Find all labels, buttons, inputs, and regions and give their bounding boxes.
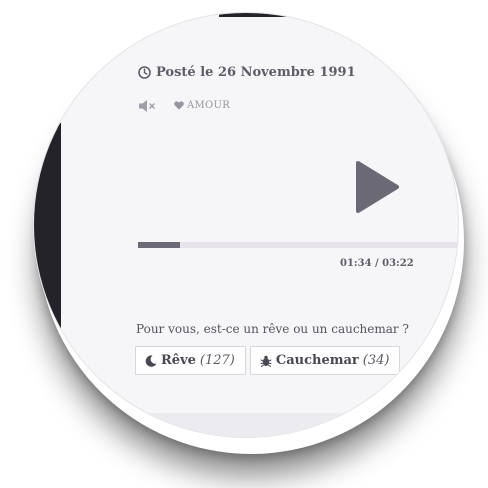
side-panel — [34, 123, 61, 353]
magnifier-lens: Posté le 26 Novembre 1991 AMOUR 01:34 / … — [33, 12, 459, 438]
time-display: 01:34 / 03:22 — [340, 258, 414, 269]
header-edge — [219, 13, 309, 17]
poll-question: Pour vous, est-ce un rêve ou un cauchema… — [136, 322, 409, 336]
vote-cauchemar-label: Cauchemar — [275, 353, 359, 368]
vote-cauchemar-button[interactable]: Cauchemar (34) — [249, 346, 401, 375]
footer-strip — [74, 413, 458, 437]
vote-reve-button[interactable]: Rêve (127) — [135, 346, 246, 375]
clock-icon — [138, 66, 151, 79]
play-icon — [356, 161, 399, 213]
play-button[interactable] — [355, 160, 400, 214]
vote-reve-count: (127) — [199, 353, 235, 368]
post-date-text: Posté le 26 Novembre 1991 — [156, 65, 356, 80]
love-label: AMOUR — [187, 99, 231, 111]
love-button[interactable]: AMOUR — [174, 100, 230, 111]
heart-icon — [174, 100, 184, 110]
media-controls: AMOUR — [138, 98, 230, 112]
bug-icon — [260, 355, 272, 367]
progress-bar[interactable] — [138, 242, 458, 248]
vote-reve-label: Rêve — [161, 353, 196, 368]
post-date: Posté le 26 Novembre 1991 — [138, 65, 356, 80]
vote-buttons: Rêve (127) Cauchemar (34) — [135, 346, 401, 375]
vote-cauchemar-count: (34) — [362, 353, 390, 368]
moon-icon — [145, 354, 157, 367]
magnified-view: Posté le 26 Novembre 1991 AMOUR 01:34 / … — [0, 0, 488, 488]
progress-fill — [138, 242, 180, 248]
speaker-muted-icon[interactable] — [138, 98, 158, 112]
